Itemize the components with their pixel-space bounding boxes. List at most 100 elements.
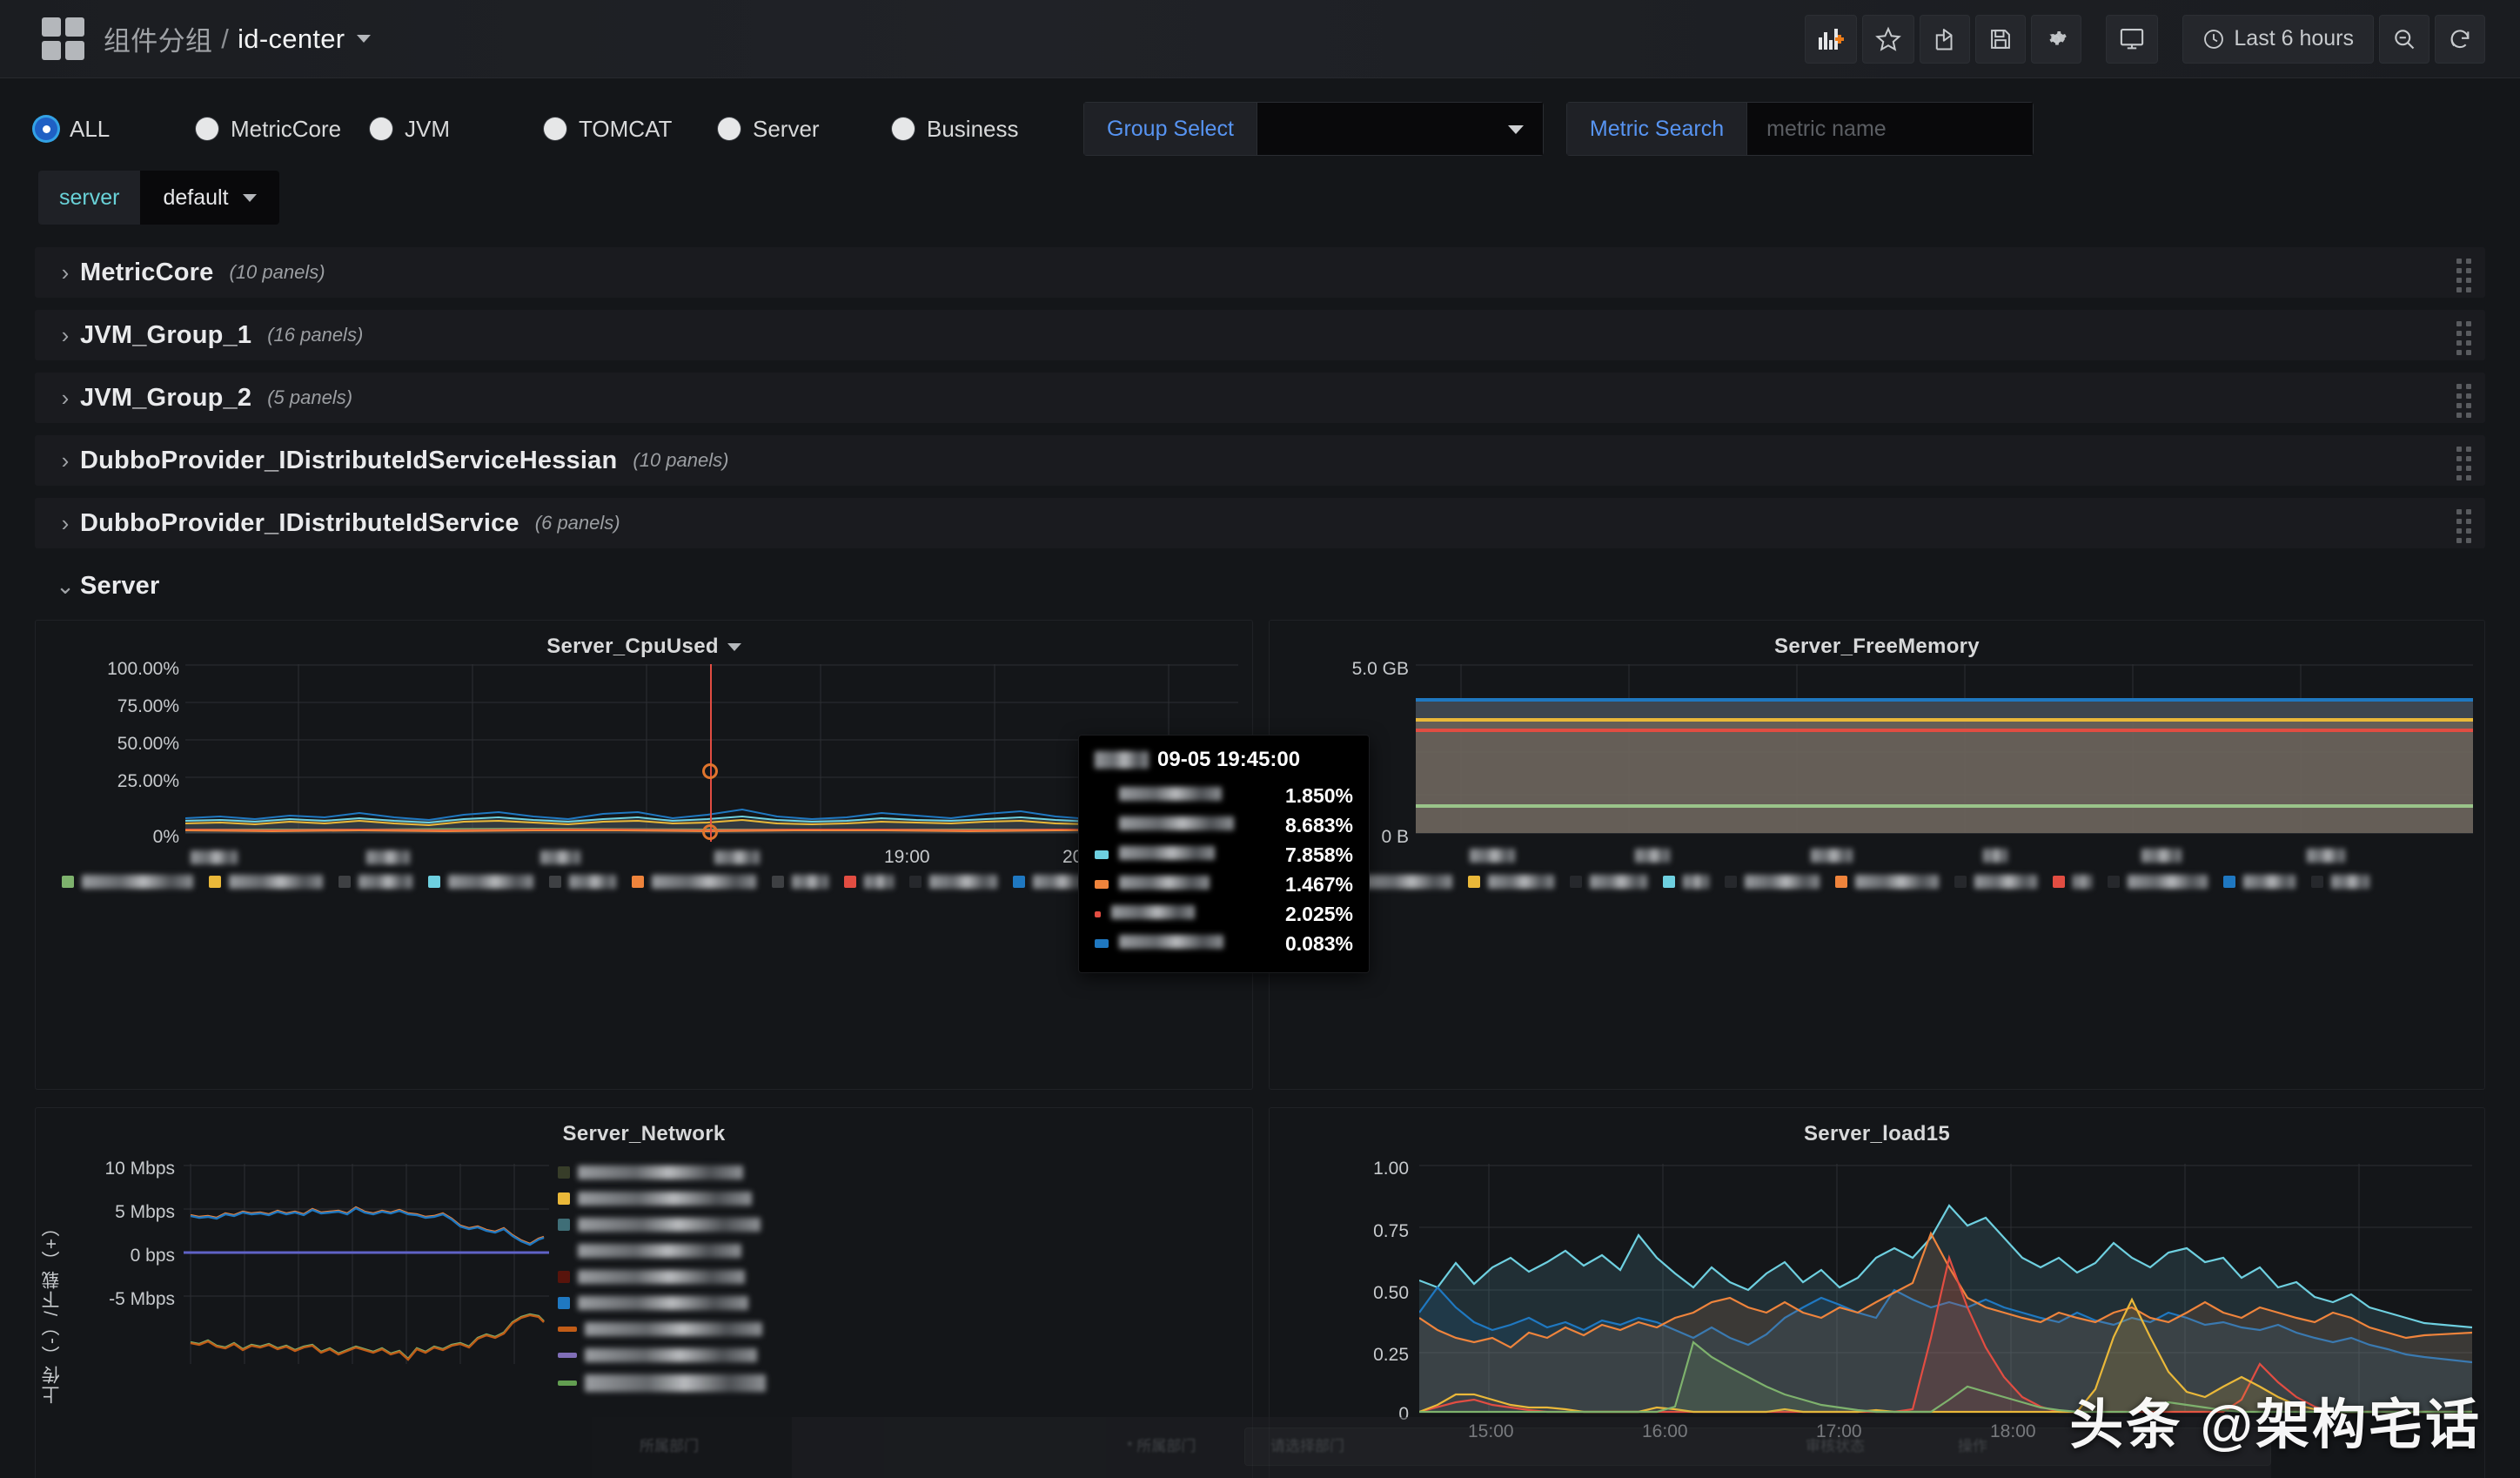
legend-item[interactable] [1954,875,2037,889]
breadcrumb-parent[interactable]: 组件分组 [104,19,212,58]
load15-plot [1419,1164,2472,1414]
row-metriccore[interactable]: › MetricCore (10 panels) [35,247,2485,298]
legend-item[interactable] [558,1270,745,1284]
row-drag-handle[interactable] [2456,321,2471,355]
legend-item[interactable] [209,875,323,889]
legend-item[interactable] [558,1218,761,1232]
gear-button[interactable] [2031,14,2082,64]
legend-item[interactable] [558,1166,743,1179]
legend-item[interactable] [558,1192,752,1206]
legend-item[interactable] [1835,875,1939,889]
legend-item[interactable] [558,1348,757,1362]
row-server[interactable]: ⌄ Server [35,561,2485,611]
radio-jvm[interactable]: JVM [370,116,544,143]
add-panel-button[interactable] [1805,14,1858,64]
legend-item[interactable] [2311,875,2369,889]
y-tick-label: 0% [152,827,179,847]
legend-item[interactable] [2223,875,2295,889]
metric-search-label: Metric Search [1565,102,1747,156]
legend-item[interactable] [338,875,412,889]
radio-metriccore[interactable]: MetricCore [196,116,370,143]
row-panel-count: (10 panels) [633,449,729,471]
zoom-out-button[interactable] [2379,14,2430,64]
chevron-down-icon [242,193,257,202]
legend-item[interactable] [558,1244,741,1258]
row-drag-handle[interactable] [2456,259,2471,292]
legend-item[interactable] [1663,875,1709,889]
y-tick-label: 100.00% [107,659,179,679]
legend-item[interactable] [62,875,193,889]
row-panel-count: (6 panels) [534,512,620,534]
radio-server[interactable]: Server [718,116,892,143]
row-jvm-group-2[interactable]: › JVM_Group_2 (5 panels) [35,373,2485,423]
panel-title[interactable]: Server_CpuUsed [36,621,1252,659]
share-button[interactable] [1920,14,1971,64]
star-button[interactable] [1862,14,1915,64]
chevron-right-icon: › [61,259,70,286]
panel-title[interactable]: Server_FreeMemory [1270,621,2484,659]
row-dubboprovider[interactable]: › DubboProvider_IDistributeIdService (6 … [35,498,2485,548]
row-drag-handle[interactable] [2456,447,2471,480]
radio-business[interactable]: Business [892,116,1066,143]
chevron-down-icon[interactable] [357,35,372,43]
panel-title[interactable]: Server_Network [36,1108,1252,1146]
y-tick-label: 50.00% [117,734,179,754]
legend-item[interactable] [1725,875,1820,889]
grid-logo-icon[interactable] [42,17,84,60]
metric-search-input[interactable]: metric name [1746,102,2034,156]
save-button[interactable] [1975,14,2027,64]
y-tick-label: -5 Mbps [109,1289,175,1309]
tv-mode-button[interactable] [2106,14,2159,64]
panel-server-cpuused: Server_CpuUsed 100.00% 75.00% 50.00% 25.… [35,620,1253,1090]
radio-label: Server [753,115,820,142]
legend-item[interactable] [558,1296,748,1310]
y-tick-label: 0.50 [1373,1283,1409,1303]
chevron-down-icon: ⌄ [56,572,75,599]
legend-item[interactable] [632,875,756,889]
row-jvm-group-1[interactable]: › JVM_Group_1 (16 panels) [35,310,2485,360]
radio-all[interactable]: ALL [35,116,196,143]
server-variable: server default [38,171,279,225]
legend-item[interactable] [2108,875,2208,889]
radio-indicator [196,118,218,140]
radio-label: MetricCore [231,115,342,142]
legend-item[interactable] [1570,875,1647,889]
y-tick-label: 0 bps [130,1246,175,1266]
dashboard-rows: › MetricCore (10 panels) › JVM_Group_1 (… [0,247,2520,615]
crosshair-point [702,824,718,840]
row-drag-handle[interactable] [2456,384,2471,418]
legend-item[interactable] [844,875,894,889]
panel-title[interactable]: Server_load15 [1270,1108,2484,1146]
tooltip-row: 0.083% [1095,929,1353,958]
row-dubboprovider-hessian[interactable]: › DubboProvider_IDistributeIdServiceHess… [35,435,2485,486]
row-drag-handle[interactable] [2456,509,2471,543]
radio-indicator [718,118,741,140]
radio-indicator [370,118,392,140]
y-tick-label: 5.0 GB [1351,659,1409,679]
tooltip-row: 1.467% [1095,870,1353,899]
time-range-picker[interactable]: Last 6 hours [2182,14,2374,64]
legend-item[interactable] [428,875,533,889]
legend-item[interactable] [772,875,828,889]
breadcrumb-current[interactable]: id-center [238,24,345,55]
row-title: MetricCore [80,258,214,286]
legend-item[interactable] [2053,875,2092,889]
server-variable-dropdown[interactable]: default [140,171,279,225]
refresh-button[interactable] [2435,14,2485,64]
group-select-dropdown[interactable] [1256,102,1544,156]
y-tick-label: 75.00% [117,696,179,716]
server-variable-value: default [163,185,229,210]
legend-item[interactable] [1468,875,1554,889]
y-tick-label: 10 Mbps [104,1159,175,1179]
legend-item[interactable] [558,1374,766,1392]
row-title: DubboProvider_IDistributeIdService [80,508,519,537]
freememory-legend [1283,875,2476,889]
row-panel-count: (5 panels) [267,386,353,408]
legend-item[interactable] [909,875,997,889]
legend-item[interactable] [1013,875,1087,889]
radio-tomcat[interactable]: TOMCAT [544,116,718,143]
legend-item[interactable] [558,1322,762,1336]
tooltip-timestamp: 09-05 19:45:00 [1157,748,1301,771]
chevron-down-icon[interactable] [727,643,741,652]
legend-item[interactable] [549,875,616,889]
